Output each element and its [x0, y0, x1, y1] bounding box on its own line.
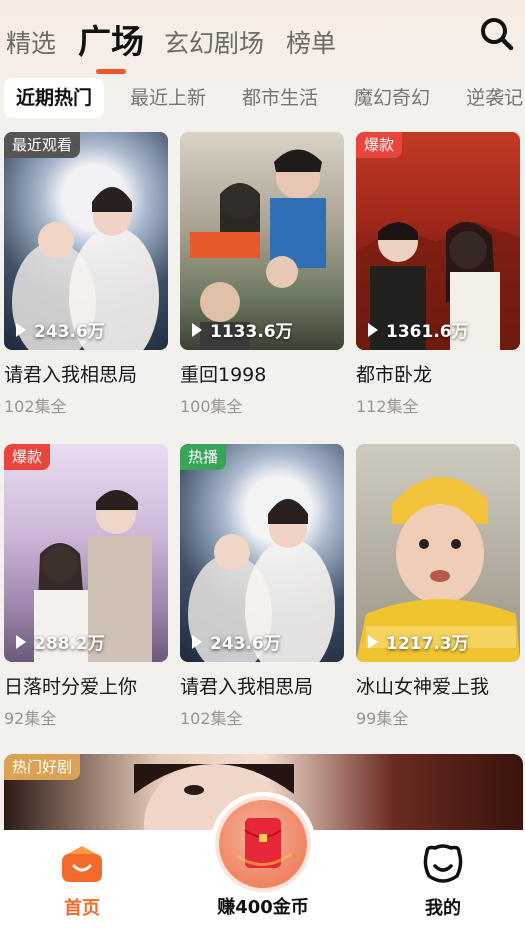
status-badge: 最近观看 [4, 132, 81, 158]
status-badge: 爆款 [356, 132, 403, 158]
episode-count: 92集全 [4, 709, 57, 728]
show-card[interactable]: 1133.6万 重回1998 100集全 [180, 132, 344, 417]
show-title: 都市卧龙 [356, 364, 433, 386]
red-envelope-icon [236, 818, 292, 868]
tab-square-label: 广场 [78, 22, 145, 61]
show-card[interactable]: 1217.3万 冰山女神爱上我 99集全 [356, 444, 520, 729]
show-card[interactable]: 爆款 288.2万 日落时分爱上你 92集全 [4, 444, 168, 729]
show-title: 重回1998 [180, 364, 267, 386]
play-count: 288.2万 [16, 629, 105, 654]
nav-home-label: 首页 [64, 898, 100, 919]
status-badge: 爆款 [4, 444, 51, 470]
nav-home[interactable]: 首页 [37, 844, 127, 920]
show-title: 日落时分爱上你 [4, 676, 138, 698]
tab-fantasy-theater[interactable]: 玄幻剧场 [164, 24, 264, 64]
show-poster: 1217.3万 [356, 444, 520, 662]
play-icon [192, 634, 202, 649]
category-new[interactable]: 最近上新 [112, 78, 224, 118]
show-card[interactable]: 爆款 1361.6万 都市卧龙 112集全 [356, 132, 520, 417]
search-icon[interactable] [479, 16, 515, 52]
episode-count: 102集全 [180, 709, 243, 728]
show-card[interactable]: 最近观看 243.6万 请君入我相思局 102集全 [4, 132, 168, 417]
category-recent-hot[interactable]: 近期热门 [4, 78, 105, 118]
category-urban[interactable]: 都市生活 [224, 78, 336, 118]
show-title: 请君入我相思局 [4, 364, 138, 386]
play-icon [192, 322, 202, 337]
status-badge: 热播 [180, 444, 227, 470]
episode-count: 102集全 [4, 397, 67, 416]
tab-square[interactable]: 广场 [78, 20, 145, 74]
play-count: 1217.3万 [368, 629, 469, 654]
episode-count: 99集全 [356, 709, 409, 728]
play-count: 243.6万 [16, 317, 105, 342]
show-title: 冰山女神爱上我 [356, 676, 490, 698]
reward-button[interactable] [215, 796, 311, 892]
profile-face-icon [423, 844, 463, 883]
show-poster: 1133.6万 [180, 132, 344, 350]
show-poster: 最近观看 243.6万 [4, 132, 168, 350]
tab-featured[interactable]: 精选 [6, 24, 56, 64]
play-icon [16, 322, 26, 337]
tab-rankings[interactable]: 榜单 [286, 24, 336, 64]
reward-label: 赚400金币 [217, 897, 309, 918]
show-poster: 爆款 288.2万 [4, 444, 168, 662]
category-bar: 近期热门 最近上新 都市生活 魔幻奇幻 逆袭记 [4, 78, 525, 118]
play-count: 243.6万 [192, 629, 281, 654]
active-tab-indicator [96, 69, 127, 74]
play-count: 1361.6万 [368, 317, 469, 342]
show-poster: 爆款 1361.6万 [356, 132, 520, 350]
nav-me-label: 我的 [425, 898, 461, 919]
category-fantasy[interactable]: 魔幻奇幻 [336, 78, 448, 118]
show-card[interactable]: 热播 243.6万 请君入我相思局 102集全 [180, 444, 344, 729]
show-title: 请君入我相思局 [180, 676, 314, 698]
episode-count: 100集全 [180, 397, 243, 416]
category-comeback[interactable]: 逆袭记 [448, 78, 525, 118]
play-icon [16, 634, 26, 649]
play-icon [368, 634, 378, 649]
nav-me[interactable]: 我的 [398, 844, 488, 920]
show-poster: 热播 243.6万 [180, 444, 344, 662]
play-icon [368, 322, 378, 337]
status-badge: 热门好剧 [4, 754, 81, 780]
top-tab-bar: 精选 广场 玄幻剧场 榜单 [6, 14, 358, 74]
home-icon [62, 846, 102, 882]
episode-count: 112集全 [356, 397, 419, 416]
play-count: 1133.6万 [192, 317, 293, 342]
